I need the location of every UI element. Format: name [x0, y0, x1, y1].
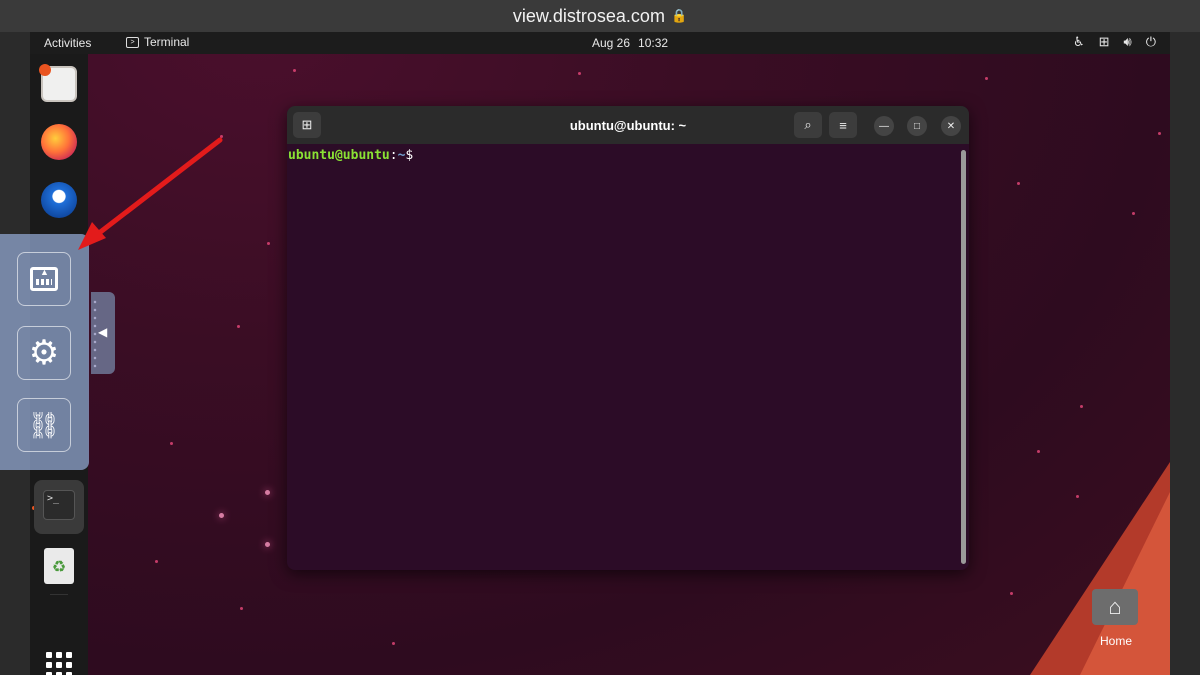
terminal-dock-item[interactable]: >_: [34, 480, 84, 534]
clock-date: Aug 26: [592, 36, 631, 50]
wallpaper-star: [265, 542, 270, 547]
wallpaper-star: [985, 77, 988, 80]
side-menu-panel: ⚙ ⛓: [0, 234, 89, 470]
prompt-symbol: $: [405, 148, 414, 163]
wallpaper-star: [578, 72, 581, 75]
desktop-screen: Activities > Terminal Aug 26 10:32 ♿︎ ⊞ 🔊…: [30, 32, 1170, 675]
help-icon[interactable]: [39, 64, 77, 102]
grip-dots-icon: [93, 298, 97, 368]
terminal-title: ubuntu@ubuntu: ~: [569, 118, 687, 133]
show-apps-icon[interactable]: [46, 652, 72, 675]
annotation-arrow: [78, 137, 223, 250]
volume-icon[interactable]: 🔊︎: [1124, 34, 1132, 50]
accessibility-icon[interactable]: ♿︎: [1073, 34, 1085, 50]
keyboard-icon: [30, 267, 58, 291]
side-menu-handle[interactable]: ◀: [91, 292, 115, 374]
wallpaper-star: [267, 242, 270, 245]
dock-separator: [50, 594, 68, 595]
prompt-user: ubuntu@ubuntu: [288, 148, 390, 163]
right-gutter: [1170, 32, 1200, 675]
wallpaper-star: [392, 642, 395, 645]
terminal-body[interactable]: ubuntu@ubuntu:~$: [287, 144, 969, 570]
terminal-icon: >: [126, 36, 139, 48]
gear-icon: ⚙: [28, 334, 60, 372]
terminal-scrollbar[interactable]: [961, 150, 966, 564]
search-button[interactable]: ⌕: [794, 112, 822, 138]
wallpaper-star: [1017, 182, 1020, 185]
keyboard-button[interactable]: [17, 252, 71, 306]
app-name: Terminal: [144, 35, 190, 49]
wallpaper-star: [1010, 592, 1013, 595]
browser-url-bar: view.distrosea.com 🔒: [0, 0, 1200, 32]
wallpaper-star: [1158, 132, 1161, 135]
wallpaper-star: [1080, 405, 1083, 408]
home-folder-icon[interactable]: ⌂: [1092, 589, 1138, 625]
minimize-button[interactable]: —: [874, 116, 894, 136]
close-button[interactable]: ✕: [941, 116, 961, 136]
clock-time: 10:32: [638, 36, 669, 50]
home-label: Home: [1099, 634, 1132, 648]
wallpaper-star: [265, 490, 270, 495]
wallpaper-star: [293, 69, 296, 72]
power-icon[interactable]: ⏻: [1146, 34, 1156, 50]
settings-button[interactable]: ⚙: [17, 326, 71, 380]
system-tray[interactable]: ♿︎ ⊞ 🔊︎ ⏻: [1073, 34, 1156, 50]
prompt-separator: :: [389, 148, 398, 163]
wallpaper-star: [1132, 212, 1135, 215]
disconnect-button[interactable]: ⛓: [17, 398, 71, 452]
wallpaper-star: [1037, 450, 1040, 453]
clock[interactable]: Aug 26 10:32: [592, 36, 668, 50]
disconnect-icon: ⛓: [27, 409, 61, 440]
wallpaper-star: [170, 442, 173, 445]
wallpaper-star: [237, 325, 240, 328]
maximize-button[interactable]: □: [907, 116, 927, 136]
trash-icon[interactable]: ♻: [44, 548, 74, 584]
terminal-window[interactable]: ⊞ ubuntu@ubuntu: ~ ⌕ ≡ — □ ✕ ubuntu@ubun…: [287, 106, 969, 570]
app-menu[interactable]: > Terminal: [126, 35, 189, 49]
wallpaper-star: [155, 560, 158, 563]
top-bar: Activities > Terminal Aug 26 10:32 ♿︎ ⊞ 🔊…: [30, 32, 1170, 54]
collapse-arrow-icon: ◀: [98, 325, 108, 339]
activities-button[interactable]: Activities: [44, 36, 91, 50]
terminal-icon: >_: [43, 490, 75, 520]
lock-icon: 🔒: [670, 8, 688, 23]
terminal-header[interactable]: ⊞ ubuntu@ubuntu: ~ ⌕ ≡ — □ ✕: [287, 106, 969, 144]
network-icon[interactable]: ⊞: [1099, 34, 1110, 50]
hamburger-menu-button[interactable]: ≡: [829, 112, 857, 138]
wallpaper-star: [1076, 495, 1079, 498]
wallpaper-star: [219, 513, 224, 518]
url-text: view.distrosea.com: [512, 5, 665, 26]
wallpaper-star: [240, 607, 243, 610]
